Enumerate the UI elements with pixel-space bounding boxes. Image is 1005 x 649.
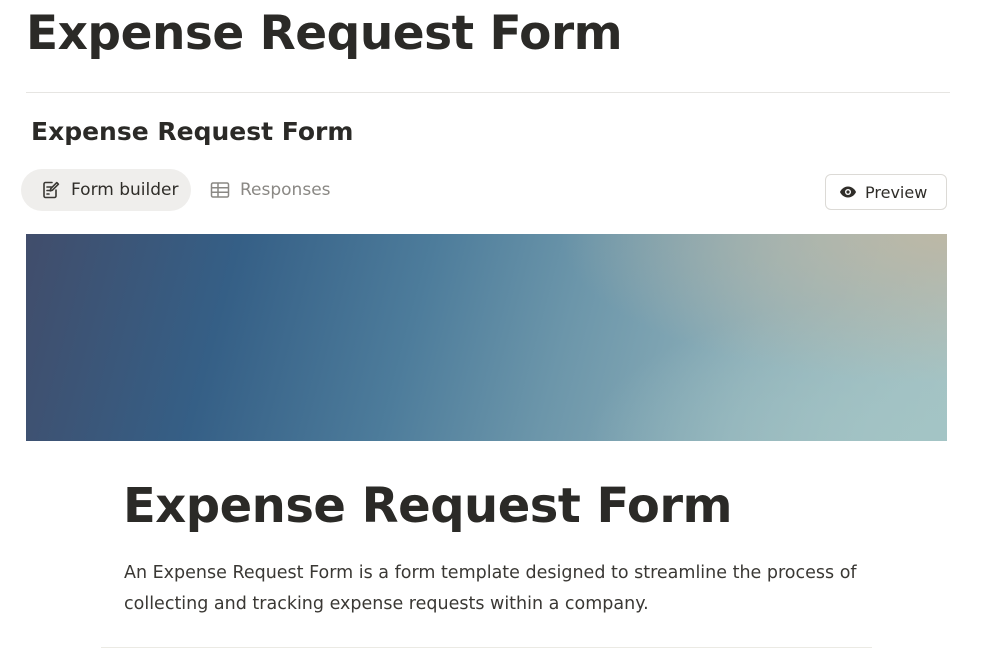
- divider: [101, 647, 872, 648]
- table-icon: [209, 179, 231, 201]
- page: Expense Request Form Expense Request For…: [0, 0, 1005, 649]
- form-title[interactable]: Expense Request Form: [123, 474, 733, 538]
- preview-button-label: Preview: [865, 182, 928, 202]
- tab-responses-label: Responses: [240, 180, 331, 200]
- form-header-title[interactable]: Expense Request Form: [31, 114, 353, 150]
- tab-form-builder[interactable]: Form builder: [21, 169, 191, 211]
- edit-form-icon: [40, 179, 62, 201]
- form-description[interactable]: An Expense Request Form is a form templa…: [124, 558, 874, 620]
- eye-icon: [839, 183, 857, 201]
- tab-form-builder-label: Form builder: [71, 180, 179, 200]
- divider: [26, 92, 950, 93]
- cover-image: [26, 234, 947, 441]
- page-title: Expense Request Form: [26, 6, 623, 61]
- tab-responses[interactable]: Responses: [197, 169, 347, 211]
- preview-button[interactable]: Preview: [825, 174, 947, 210]
